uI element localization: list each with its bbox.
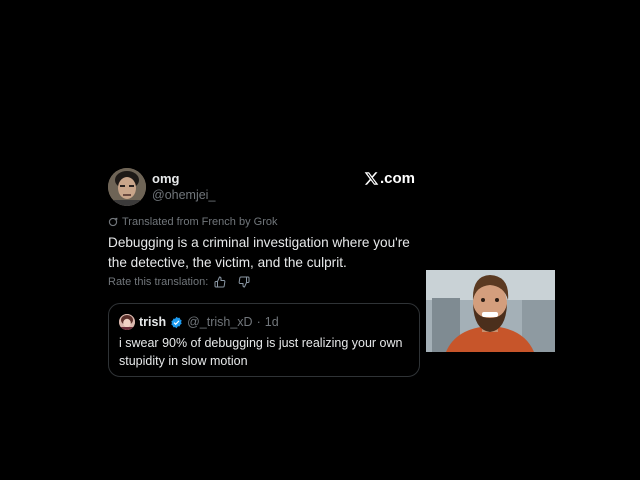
quoted-timestamp[interactable]: 1d xyxy=(265,315,279,329)
quoted-author-avatar[interactable] xyxy=(119,314,135,330)
quoted-avatar-image xyxy=(119,314,135,330)
author-avatar[interactable] xyxy=(108,168,146,206)
author-handle[interactable]: @ohemjei_ xyxy=(152,188,215,202)
thumbs-down-icon xyxy=(238,276,250,288)
translation-label: Translated from French by Grok xyxy=(122,216,278,228)
quoted-post-header: trish @_trish_xD · 1d xyxy=(119,314,279,330)
quoted-author-handle[interactable]: @_trish_xD xyxy=(187,315,253,329)
verified-badge-icon xyxy=(171,316,182,328)
screen: omg @ohemjei_ .com Translated from Frenc… xyxy=(0,0,640,480)
translate-icon xyxy=(108,217,118,227)
x-com-brand: .com xyxy=(364,170,415,187)
thumbs-down-button[interactable] xyxy=(238,276,250,288)
post-text: Debugging is a criminal investigation wh… xyxy=(108,235,410,270)
quoted-post-text: i swear 90% of debugging is just realizi… xyxy=(119,336,403,368)
reaction-photo-image xyxy=(426,270,555,352)
quoted-post[interactable]: trish @_trish_xD · 1d i swear 90% of deb… xyxy=(108,303,420,377)
brand-domain-text: .com xyxy=(380,170,416,187)
author-display-name[interactable]: omg xyxy=(152,171,179,186)
thumbs-up-icon xyxy=(214,276,226,288)
author-avatar-image xyxy=(108,168,146,206)
thumbs-up-button[interactable] xyxy=(214,276,226,288)
translation-notice: Translated from French by Grok xyxy=(108,216,277,228)
x-logo-icon xyxy=(364,172,379,185)
reaction-photo xyxy=(426,270,555,352)
rate-translation-label: Rate this translation: xyxy=(108,276,209,288)
quoted-separator: · xyxy=(256,315,261,329)
rate-translation-row: Rate this translation: xyxy=(108,276,250,288)
quoted-author-name[interactable]: trish xyxy=(139,315,166,329)
